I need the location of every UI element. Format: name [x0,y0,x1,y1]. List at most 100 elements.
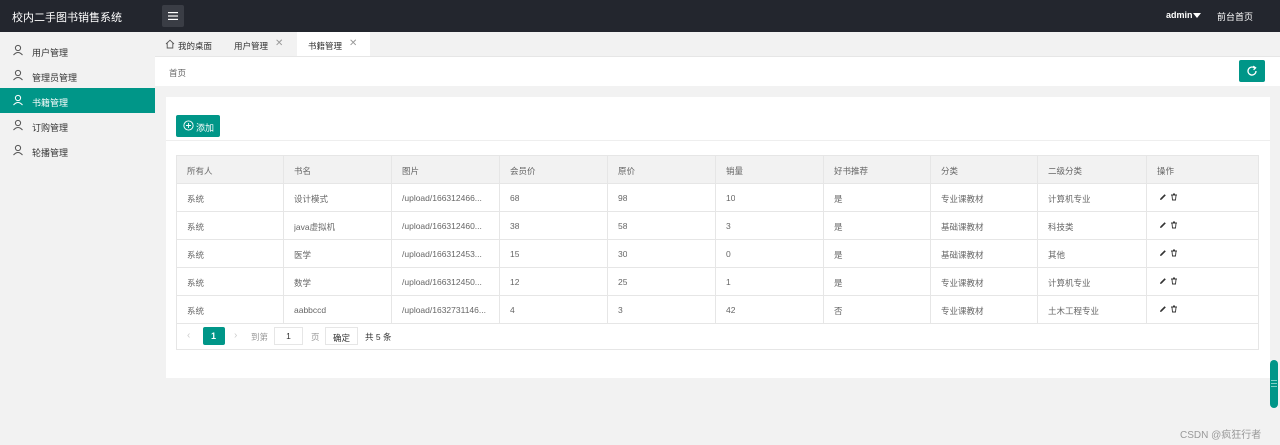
divider [166,140,1270,141]
delete-icon[interactable] [1170,249,1178,257]
table-cell: 系统 [177,240,284,268]
add-button-label: 添加 [196,123,215,133]
edit-icon[interactable] [1159,305,1167,313]
table-cell: 38 [500,212,608,240]
table-cell: 是 [824,240,931,268]
sidebar-item-users[interactable]: 用户管理 [0,38,155,63]
breadcrumb-bar: 首页 [155,56,1280,86]
delete-icon[interactable] [1170,193,1178,201]
confirm-button[interactable]: 确定 [325,327,358,345]
sidebar-item-admins[interactable]: 管理员管理 [0,63,155,88]
table-row: 系统 aabbccd/upload/1632731146... 4 3 42 否专业课教材… [177,296,1258,324]
table-cell: 30 [608,240,716,268]
table-cell: aabbccd [284,296,392,324]
table-cell [1147,212,1258,240]
tab-books[interactable]: 书籍管理 ✕ [297,32,370,56]
table-cell: 土木工程专业 [1038,296,1147,324]
user-menu[interactable]: admin [1166,10,1193,20]
table-cell: 基础课教材 [931,212,1038,240]
edit-icon[interactable] [1159,277,1167,285]
close-icon[interactable]: ✕ [349,38,357,49]
table-row: 系统 设计模式/upload/166312466... 68 98 10 是专业课教材 计算… [177,184,1258,212]
sidebar-item-orders[interactable]: 订购管理 [0,113,155,138]
table-cell: 系统 [177,212,284,240]
page-label: 页 [311,332,320,342]
delete-icon[interactable] [1170,305,1178,313]
column-header: 图片 [392,156,500,184]
table-cell: 58 [608,212,716,240]
top-header: 校内二手图书销售系统 admin 前台首页 [0,0,1280,32]
table-cell: 4 [500,296,608,324]
tab-users[interactable]: 用户管理 ✕ [223,32,297,56]
sidebar-item-label: 订购管理 [32,123,69,133]
table-cell: 是 [824,268,931,296]
sidebar-item-carousel[interactable]: 轮播管理 [0,138,155,163]
edit-icon[interactable] [1159,249,1167,257]
refresh-button[interactable] [1239,60,1265,82]
page-button-current[interactable]: 1 [203,327,225,345]
hamburger-icon [168,12,178,20]
table-cell: 3 [716,212,824,240]
delete-icon[interactable] [1170,221,1178,229]
table-cell: 25 [608,268,716,296]
table-cell: java虚拟机 [284,212,392,240]
table-cell: 98 [608,184,716,212]
table-cell: /upload/166312466... [392,184,500,212]
table-cell: 设计模式 [284,184,392,212]
user-icon [13,144,23,156]
goto-label: 到第 [251,332,269,342]
table-cell: 系统 [177,296,284,324]
edit-icon[interactable] [1159,221,1167,229]
chevron-down-icon[interactable] [1193,13,1201,18]
table-cell: /upload/166312453... [392,240,500,268]
tab-label: 书籍管理 [308,41,343,51]
delete-icon[interactable] [1170,277,1178,285]
chevron-left-icon[interactable]: ‹ [187,330,190,341]
app-title: 校内二手图书销售系统 [12,12,122,24]
content-card: 添加 所有人 书名 图片 会员价 原价 销量 好书推荐 分类 二级分类 操作 系… [166,97,1270,378]
table-cell: 15 [500,240,608,268]
sidebar-item-label: 书籍管理 [32,98,69,108]
table-cell: /upload/1632731146... [392,296,500,324]
table-cell: /upload/166312460... [392,212,500,240]
column-header: 操作 [1157,166,1175,176]
table-cell: 计算机专业 [1038,268,1147,296]
scrollbar-thumb[interactable] [1270,360,1278,408]
table-cell: 医学 [284,240,392,268]
table-cell: 系统 [177,268,284,296]
table-cell: 专业课教材 [931,296,1038,324]
goto-page-input[interactable] [274,327,303,345]
table-cell: 科技类 [1038,212,1147,240]
table-row: 系统 java虚拟机/upload/166312460... 38 58 3 是基础课教材… [177,212,1258,240]
sidebar-item-label: 用户管理 [32,48,69,58]
plus-circle-icon [183,120,194,131]
table-cell: 计算机专业 [1038,184,1147,212]
home-icon [165,39,175,49]
edit-icon[interactable] [1159,193,1167,201]
chevron-right-icon[interactable]: › [234,330,237,341]
sidebar-item-label: 轮播管理 [32,148,69,158]
table-cell: 1 [716,268,824,296]
close-icon[interactable]: ✕ [275,38,283,49]
sidebar-item-books[interactable]: 书籍管理 [0,88,155,113]
menu-toggle-button[interactable] [162,5,184,27]
table-cell: 12 [500,268,608,296]
table-header: 所有人 书名 图片 会员价 原价 销量 好书推荐 分类 二级分类 操作 [177,156,1258,184]
total-count: 共 5 条 [365,332,392,342]
tab-bar: 我的桌面 用户管理 ✕ 书籍管理 ✕ [155,32,1280,56]
front-page-link[interactable]: 前台首页 [1217,10,1253,23]
table-cell: 其他 [1038,240,1147,268]
column-header: 好书推荐 [824,156,931,184]
add-button[interactable]: 添加 [176,115,220,137]
refresh-icon [1247,65,1257,76]
user-icon [13,44,23,56]
table-cell: 是 [824,212,931,240]
tab-desktop[interactable]: 我的桌面 [155,32,223,56]
books-table: 所有人 书名 图片 会员价 原价 销量 好书推荐 分类 二级分类 操作 系统 设计… [176,155,1259,350]
breadcrumb[interactable]: 首页 [169,67,186,79]
table-cell: 0 [716,240,824,268]
table-cell: 42 [716,296,824,324]
table-cell: 系统 [177,184,284,212]
user-icon [13,94,23,106]
column-header: 所有人 [177,156,284,184]
